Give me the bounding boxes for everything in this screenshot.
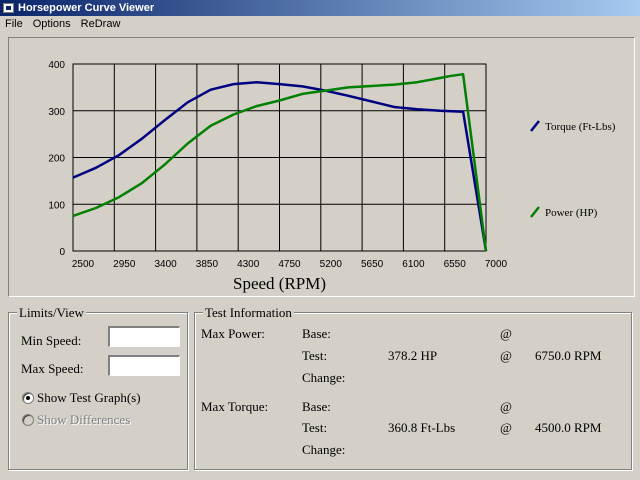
x-axis-label: Speed (RPM) xyxy=(233,274,326,293)
y-tick-label: 200 xyxy=(48,154,65,165)
x-tick-label: 4300 xyxy=(237,259,260,270)
y-tick-label: 0 xyxy=(59,247,65,258)
legend-swatch xyxy=(530,120,540,132)
max-power-label: Max Power: xyxy=(201,326,265,341)
x-tick-label: 3850 xyxy=(196,259,219,270)
y-tick-label: 100 xyxy=(48,200,65,211)
show-test-graphs-radio[interactable] xyxy=(22,392,34,404)
x-tick-label: 5200 xyxy=(320,259,343,270)
min-speed-input[interactable] xyxy=(108,326,180,347)
max-torque-change-label: Change: xyxy=(302,442,346,457)
show-differences-radio[interactable] xyxy=(22,414,34,426)
window-title: Horsepower Curve Viewer xyxy=(18,2,155,14)
max-power-test-rpm: 6750.0 RPM xyxy=(535,348,602,363)
graph-panel: 2500 2950 3400 3850 4300 4750 5200 5650 6100 6550… xyxy=(8,37,635,297)
title-bar: Horsepower Curve Viewer xyxy=(0,0,640,16)
legend-label: Power (HP) xyxy=(545,207,598,219)
max-power-test-value: 378.2 HP xyxy=(388,348,438,363)
max-speed-input[interactable] xyxy=(108,355,180,376)
x-tick-label: 3400 xyxy=(154,259,177,270)
max-torque-test-label: Test: xyxy=(302,420,328,435)
menu-bar: File Options ReDraw xyxy=(0,16,640,32)
max-torque-base-label: Base: xyxy=(302,399,331,414)
show-differences-label[interactable]: Show Differences xyxy=(37,412,130,428)
menu-redraw[interactable]: ReDraw xyxy=(76,16,126,32)
max-torque-base-at: @ xyxy=(500,399,512,414)
x-tick-label: 7000 xyxy=(485,259,508,270)
x-tick-label: 6550 xyxy=(444,259,467,270)
max-power-base-at: @ xyxy=(500,326,512,341)
max-torque-label: Max Torque: xyxy=(201,399,269,414)
max-power-test-label: Test: xyxy=(302,348,328,363)
menu-file[interactable]: File xyxy=(0,16,28,32)
max-power-test-at: @ xyxy=(500,348,512,363)
menu-options[interactable]: Options xyxy=(28,16,76,32)
limits-view-title: Limits/View xyxy=(17,305,86,321)
x-tick-label: 2950 xyxy=(113,259,136,270)
max-speed-label: Max Speed: xyxy=(21,361,84,376)
x-tick-label: 4750 xyxy=(278,259,301,270)
y-tick-label: 300 xyxy=(48,107,65,118)
test-information-title: Test Information xyxy=(203,305,294,321)
y-tick-label: 400 xyxy=(48,60,65,71)
max-power-change-label: Change: xyxy=(302,370,346,385)
legend-label: Torque (Ft-Lbs) xyxy=(545,121,616,133)
max-torque-test-value: 360.8 Ft-Lbs xyxy=(388,420,456,435)
show-test-graphs-label[interactable]: Show Test Graph(s) xyxy=(37,390,141,406)
legend-swatch xyxy=(530,206,540,218)
x-tick-label: 2500 xyxy=(72,259,95,270)
max-torque-test-rpm: 4500.0 RPM xyxy=(535,420,602,435)
x-tick-label: 5650 xyxy=(361,259,384,270)
x-tick-label: 6100 xyxy=(402,259,425,270)
app-icon xyxy=(3,3,14,13)
min-speed-label: Min Speed: xyxy=(21,333,82,348)
max-torque-test-at: @ xyxy=(500,420,512,435)
horsepower-chart: 2500 2950 3400 3850 4300 4750 5200 5650 6100 6550… xyxy=(48,60,616,293)
max-power-base-label: Base: xyxy=(302,326,331,341)
